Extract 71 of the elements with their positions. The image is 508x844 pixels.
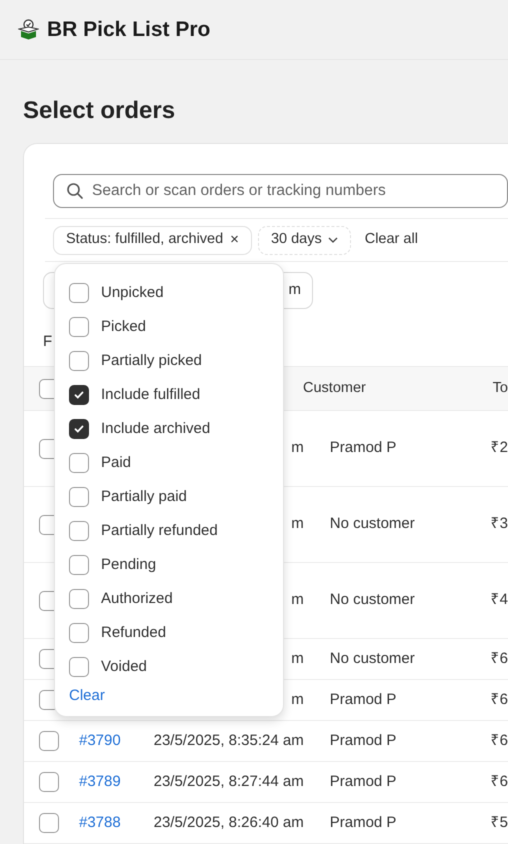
status-option[interactable]: Paid — [69, 446, 269, 480]
page-title: Select orders — [23, 96, 176, 126]
status-option[interactable]: Voided — [69, 650, 269, 684]
customer-cell: Pramod P — [330, 439, 396, 456]
checkbox[interactable] — [69, 589, 89, 609]
order-link[interactable]: #3790 — [79, 732, 121, 749]
customer-cell: Pramod P — [330, 690, 396, 708]
status-option[interactable]: Partially picked — [69, 344, 269, 378]
date-cell: m — [291, 515, 304, 532]
status-option[interactable]: Include archived — [69, 412, 269, 446]
date-cell: 23/5/2025, 8:26:40 am — [154, 814, 304, 831]
date-cell: m — [291, 690, 304, 708]
app-title: BR Pick List Pro — [47, 16, 210, 43]
filter-chip[interactable]: Status: fulfilled, archived × — [53, 226, 252, 254]
customer-cell: Pramod P — [330, 732, 396, 749]
checkbox[interactable] — [69, 623, 89, 643]
customer-cell: No customer — [330, 591, 415, 608]
checkbox[interactable] — [39, 813, 59, 833]
checkbox[interactable] — [69, 453, 89, 473]
checkbox[interactable] — [69, 555, 89, 575]
status-option[interactable]: Include fulfilled — [69, 378, 269, 412]
checkbox[interactable] — [69, 317, 89, 337]
date-cell: m — [291, 591, 304, 608]
checkmark-icon — [73, 389, 85, 401]
customer-cell: No customer — [330, 650, 415, 667]
column-header: To — [492, 378, 508, 398]
clear-link[interactable]: Clear — [69, 685, 105, 708]
date-cell: 23/5/2025, 8:27:44 am — [154, 772, 304, 790]
checkbox[interactable] — [39, 731, 59, 751]
total-cell-text: ₹6 — [490, 690, 508, 710]
status-option[interactable]: Picked — [69, 310, 269, 344]
status-option[interactable]: Partially refunded — [69, 514, 269, 548]
summary-text: F — [43, 332, 52, 352]
date-cell: m — [291, 439, 304, 456]
total-cell-text: ₹6 — [490, 648, 508, 669]
customer-cell: Pramod P — [330, 814, 396, 831]
total-cell-text: ₹6 — [490, 772, 508, 792]
remove-icon[interactable]: × — [230, 228, 239, 252]
checkbox[interactable] — [69, 283, 89, 303]
checkbox[interactable] — [69, 385, 89, 405]
total-cell-text: ₹3 — [490, 514, 508, 534]
status-option[interactable]: Authorized — [69, 582, 269, 616]
total-cell-text: ₹4 — [490, 590, 508, 610]
total-cell-text: ₹2 — [490, 438, 508, 458]
chevron-down-icon — [328, 237, 338, 243]
column-header: Customer — [303, 378, 367, 398]
status-option[interactable]: Refunded — [69, 616, 269, 650]
date-filter[interactable]: 30 days — [258, 226, 351, 254]
checkbox[interactable] — [69, 487, 89, 507]
checkbox[interactable] — [69, 521, 89, 541]
order-link[interactable]: #3789 — [79, 772, 121, 790]
checkmark-icon — [73, 423, 85, 435]
search-icon — [66, 182, 84, 200]
checkbox[interactable] — [69, 351, 89, 371]
total-cell-text: ₹6 — [490, 730, 508, 751]
checkbox[interactable] — [69, 419, 89, 439]
search-input[interactable]: Search or scan orders or tracking numbers — [92, 179, 492, 203]
status-option[interactable]: Pending — [69, 548, 269, 582]
status-option[interactable]: Unpicked — [69, 276, 269, 310]
order-link[interactable]: #3788 — [79, 814, 121, 831]
checkbox[interactable] — [69, 657, 89, 677]
status-option[interactable]: Partially paid — [69, 480, 269, 514]
clear-all-button[interactable]: Clear all — [364, 229, 418, 251]
customer-cell: Pramod P — [330, 772, 396, 790]
date-cell: 23/5/2025, 8:35:24 am — [154, 732, 304, 749]
customer-cell: No customer — [330, 515, 415, 532]
total-cell-text: ₹5 — [490, 812, 508, 833]
date-cell: m — [291, 650, 304, 667]
box-logo-icon — [18, 19, 39, 40]
search-field[interactable]: Search or scan orders or tracking numbers — [53, 174, 508, 208]
checkbox[interactable] — [39, 772, 59, 792]
